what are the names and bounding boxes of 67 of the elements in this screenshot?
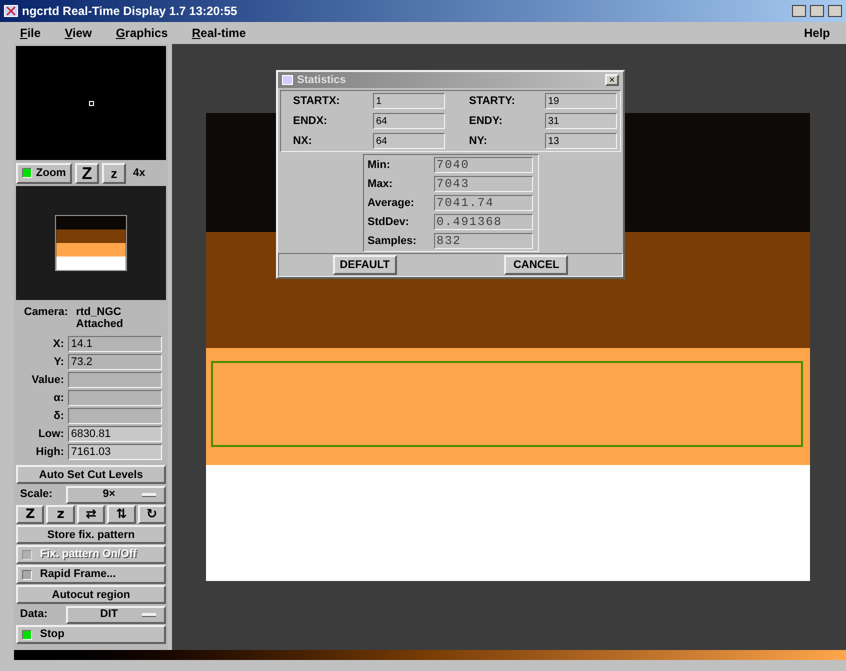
result-field: 7041.74 [434,195,532,211]
panel-button[interactable]: Store fix. pattern [16,525,166,544]
panel-button[interactable]: Auto Set Cut Levels [16,465,166,484]
result-label: Max: [368,177,394,192]
region-field[interactable]: 64 [373,133,445,149]
camera-label: Camera: [24,306,68,320]
region-field[interactable]: 31 [545,113,617,129]
zoom-out-button[interactable]: z [102,162,126,184]
field-label: Value: [30,372,64,388]
view-marker [88,100,94,106]
region-field[interactable]: 1 [373,93,445,109]
menu-item[interactable]: View [52,24,104,42]
close-button[interactable]: × [605,74,619,86]
tool-button[interactable]: z [46,505,75,524]
select-label: Data: [19,607,49,622]
zoom-toggle[interactable]: Zoom [16,162,72,184]
result-field: 7043 [434,176,532,192]
region-label: NY: [468,134,488,149]
value-field: 73.2 [68,354,162,370]
menu-item[interactable]: Real-time [180,24,258,42]
toggle-button[interactable]: Stop [16,625,166,644]
panel-button[interactable]: Autocut region [16,585,166,604]
region-field[interactable]: 19 [545,93,617,109]
field-label: High: [34,444,64,460]
dialog-button[interactable]: CANCEL [504,255,568,275]
dialog-button[interactable]: DEFAULT [332,255,397,275]
camera-status: Attached [76,318,124,330]
result-field: 832 [434,233,532,249]
value-field[interactable]: 7161.03 [68,444,162,460]
tool-button[interactable]: ⇄ [76,505,106,524]
field-label: Low: [37,426,64,442]
region-label: NX: [293,134,313,149]
help-menu[interactable]: Help [796,24,838,42]
toggle-indicator [22,630,32,640]
result-label: Samples: [368,234,418,249]
tool-button[interactable]: Z [16,505,44,524]
result-field: 7040 [434,157,532,173]
region-label: STARTY: [468,94,516,109]
result-label: Average: [368,196,416,211]
window-title: ngcrtd Real-Time Display 1.7 13:20:55 [22,3,238,20]
menu-item[interactable]: Graphics [104,24,180,42]
region-label: ENDX: [293,114,328,129]
result-label: Min: [368,158,392,173]
dialog-title: Statistics [297,72,347,88]
select-label: Scale: [19,487,54,502]
result-label: StdDev: [368,215,410,230]
camera-name: rtd_NGC [76,306,122,318]
zoom-factor: 4x [132,166,146,181]
toggle-indicator [22,168,32,178]
value-field[interactable]: 6830.81 [68,426,162,442]
menu-item[interactable]: File [8,24,53,42]
zoom-in-button[interactable]: Z [74,162,99,184]
tool-button[interactable]: ⇅ [107,505,136,524]
toggle-button[interactable]: Rapid Frame... [16,565,166,584]
region-label: ENDY: [468,114,504,129]
select-field[interactable]: 9× [66,486,166,504]
value-field: 14.1 [68,336,162,352]
field-label: δ: [52,408,64,424]
field-label: X: [52,336,64,352]
field-label: α: [52,390,64,406]
field-label: Y: [52,354,64,370]
region-label: STARTX: [293,94,341,109]
result-field: 0.491368 [434,214,532,230]
tool-button[interactable]: ↻ [138,505,166,524]
region-field[interactable]: 64 [373,113,445,129]
region-field[interactable]: 13 [545,133,617,149]
select-field[interactable]: DIT [66,606,166,624]
